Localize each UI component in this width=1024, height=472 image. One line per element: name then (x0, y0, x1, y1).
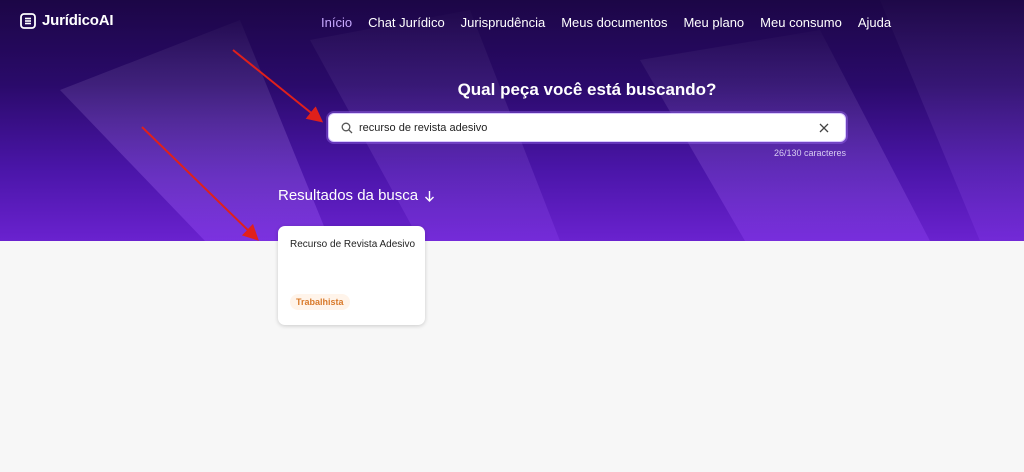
search-icon (341, 122, 353, 133)
brand-name: JurídicoAI (42, 12, 114, 29)
nav-item-chat-juridico[interactable]: Chat Jurídico (368, 15, 445, 30)
results-heading-label: Resultados da busca (278, 187, 419, 204)
nav-item-meus-documentos[interactable]: Meus documentos (561, 15, 667, 30)
logo-mark-icon (20, 12, 36, 29)
search-input[interactable] (359, 121, 819, 134)
results-heading: Resultados da busca (278, 187, 435, 204)
nav-item-meu-plano[interactable]: Meu plano (683, 15, 744, 30)
close-icon[interactable] (819, 123, 829, 133)
category-badge: Trabalhista (290, 294, 350, 310)
character-counter: 26/130 caracteres (773, 148, 846, 158)
brand-logo[interactable]: JurídicoAI (20, 12, 114, 29)
result-card-title: Recurso de Revista Adesivo (290, 239, 416, 250)
main-nav: Início Chat Jurídico Jurisprudência Meus… (321, 15, 891, 30)
search-bar (328, 113, 846, 142)
nav-item-meu-consumo[interactable]: Meu consumo (760, 15, 842, 30)
nav-item-jurisprudencia[interactable]: Jurisprudência (461, 15, 546, 30)
nav-item-ajuda[interactable]: Ajuda (858, 15, 891, 30)
nav-item-inicio[interactable]: Início (321, 15, 352, 30)
result-card[interactable]: Recurso de Revista Adesivo Trabalhista (278, 226, 425, 325)
arrow-down-icon (425, 190, 435, 202)
hero-banner: JurídicoAI Início Chat Jurídico Jurispru… (0, 0, 1024, 241)
page-headline: Qual peça você está buscando? (457, 80, 717, 99)
